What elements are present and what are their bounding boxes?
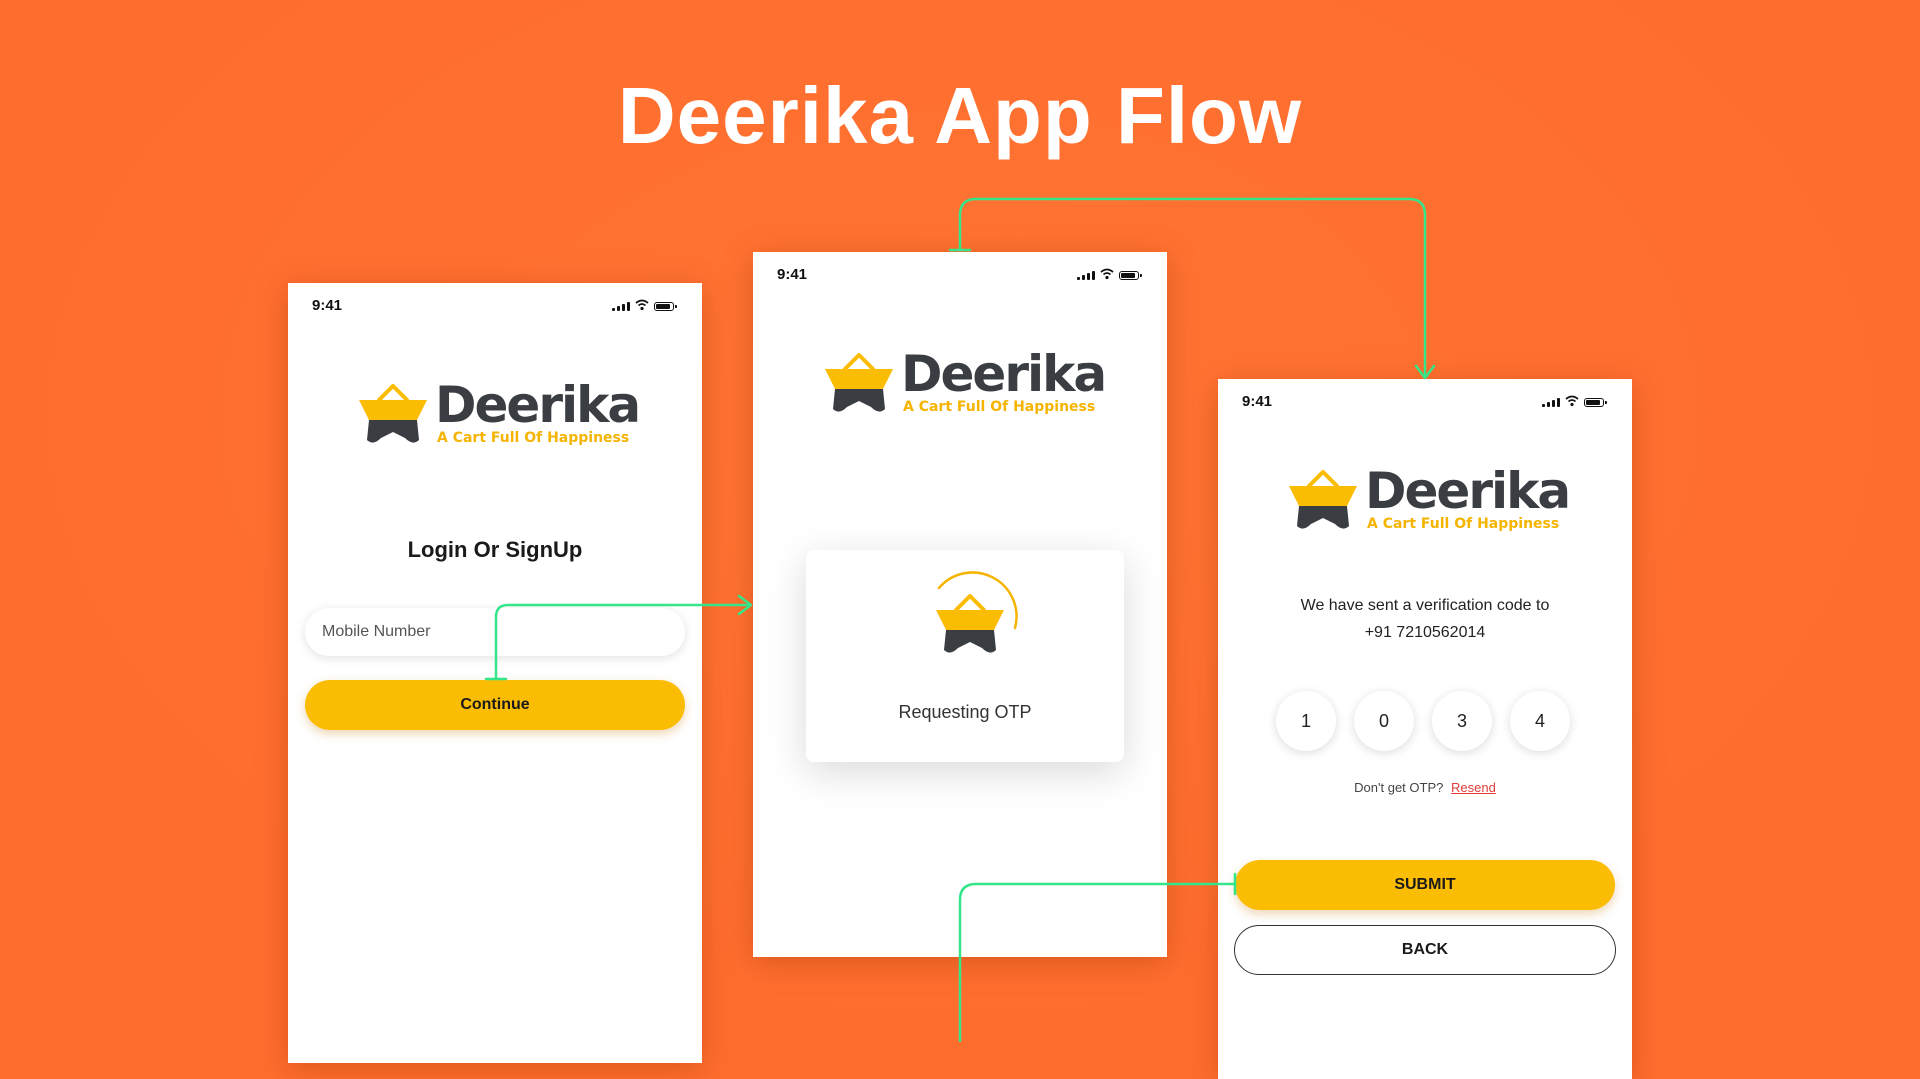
continue-button[interactable]: Continue — [305, 680, 685, 730]
resend-link[interactable]: Resend — [1451, 780, 1496, 795]
deerika-logo: Deerika A Cart Full Of Happiness — [823, 345, 1107, 417]
otp-digit-4[interactable] — [1510, 691, 1570, 751]
otp-digit-1[interactable] — [1276, 691, 1336, 751]
wifi-icon — [635, 299, 649, 311]
mobile-number-input[interactable] — [305, 608, 685, 656]
cellular-signal-icon — [1542, 398, 1560, 407]
brand-name: Deerika — [435, 376, 641, 434]
otp-digit-3[interactable] — [1432, 691, 1492, 751]
status-icons — [612, 299, 677, 311]
status-icons — [1542, 395, 1607, 407]
status-time: 9:41 — [312, 297, 343, 314]
otp-input-group — [1276, 691, 1570, 751]
basket-star-logo-icon — [825, 353, 893, 412]
login-screen: 9:41 Deerika A Cart Full Of Happiness Lo… — [288, 283, 702, 1063]
brand-name: Deerika — [1365, 462, 1571, 520]
basket-star-logo-icon — [359, 384, 427, 443]
wifi-icon — [1100, 268, 1114, 280]
status-time: 9:41 — [777, 266, 808, 283]
otp-loading-card: Requesting OTP — [806, 550, 1124, 762]
verification-phone-number: +91 7210562014 — [1364, 624, 1486, 641]
otp-digit-2[interactable] — [1354, 691, 1414, 751]
battery-icon — [1119, 271, 1142, 280]
brand-tagline: A Cart Full Of Happiness — [1367, 516, 1560, 532]
wifi-icon — [1565, 395, 1579, 407]
verification-message: We have sent a verification code to +91 … — [1218, 592, 1632, 646]
deerika-logo: Deerika A Cart Full Of Happiness — [357, 376, 641, 448]
brand-tagline: A Cart Full Of Happiness — [903, 399, 1096, 415]
verification-message-line: We have sent a verification code to — [1300, 597, 1550, 614]
requesting-otp-screen: 9:41 Deerika A Cart Full Of Happiness Re… — [753, 252, 1167, 957]
resend-prompt: Don't get OTP? — [1354, 780, 1444, 795]
resend-row: Don't get OTP? Resend — [1218, 780, 1632, 795]
status-time: 9:41 — [1242, 393, 1273, 410]
battery-icon — [1584, 398, 1607, 407]
cellular-signal-icon — [612, 302, 630, 311]
login-heading: Login Or SignUp — [407, 537, 583, 562]
brand-name: Deerika — [901, 345, 1107, 403]
loading-spinner-icon — [936, 571, 1018, 653]
page-title: Deerika App Flow — [617, 71, 1303, 160]
cellular-signal-icon — [1077, 271, 1095, 280]
basket-star-logo-icon — [1289, 470, 1357, 529]
verify-otp-screen: 9:41 Deerika A Cart Full Of Happiness We… — [1218, 379, 1632, 1079]
submit-button[interactable]: SUBMIT — [1235, 860, 1615, 910]
requesting-otp-text: Requesting OTP — [898, 702, 1032, 722]
brand-tagline: A Cart Full Of Happiness — [437, 430, 630, 446]
deerika-logo: Deerika A Cart Full Of Happiness — [1287, 462, 1571, 534]
status-icons — [1077, 268, 1142, 280]
back-button[interactable]: BACK — [1234, 925, 1616, 975]
battery-icon — [654, 302, 677, 311]
